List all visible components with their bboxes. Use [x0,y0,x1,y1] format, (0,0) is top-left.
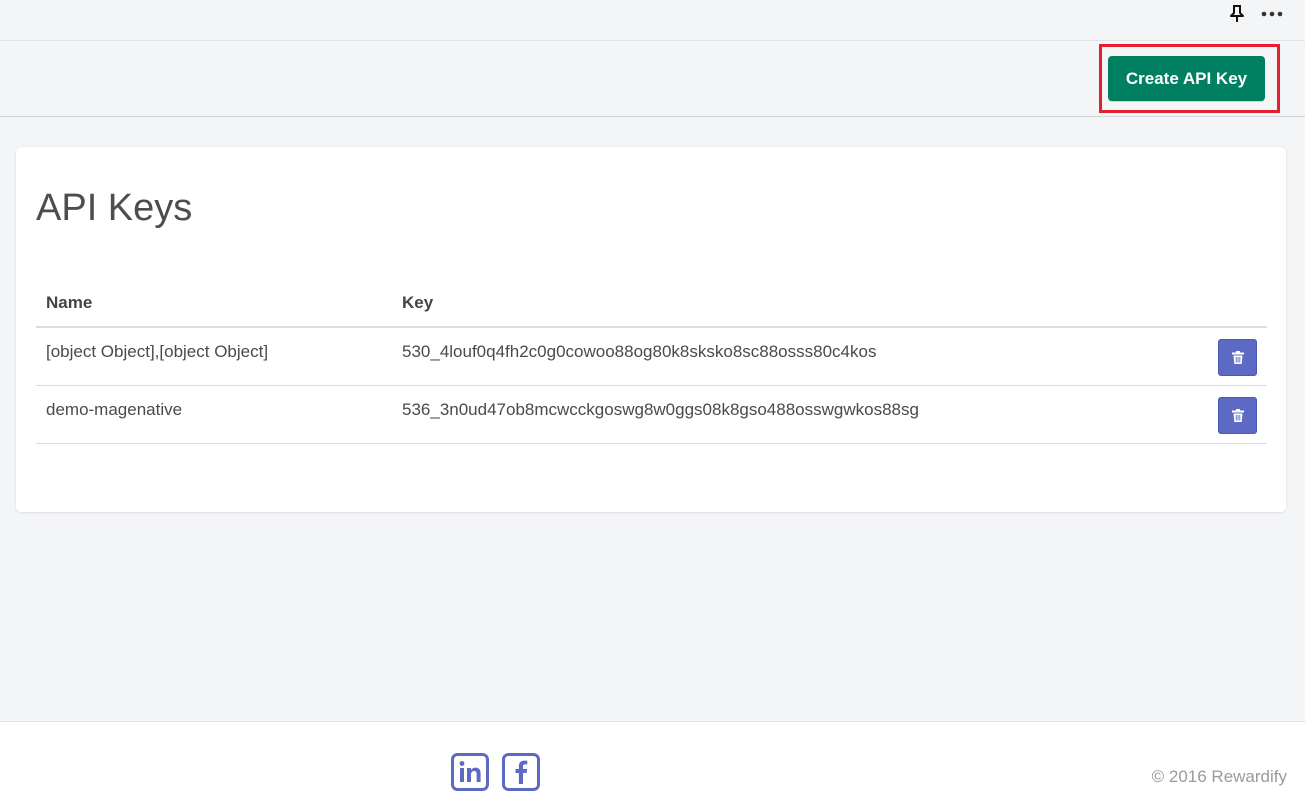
page-title: API Keys [36,187,193,229]
trash-icon [1232,351,1244,364]
column-header-name: Name [36,280,392,328]
row-key: 536_3n0ud47ob8mcwcckgoswg8w0ggs08k8gso48… [392,385,1207,444]
linkedin-icon[interactable] [451,753,489,791]
column-header-key: Key [392,280,1207,328]
api-keys-card: API Keys Name Key [object Object],[objec… [16,147,1286,512]
delete-key-button[interactable] [1218,339,1257,376]
table-header-row: Name Key [36,280,1267,328]
column-header-action [1207,280,1267,328]
pin-icon[interactable] [1229,5,1245,23]
copyright-text: © 2016 Rewardify [1151,767,1287,786]
api-keys-table: Name Key [object Object],[object Object]… [36,280,1267,444]
table-row: [object Object],[object Object] 530_4lou… [36,327,1267,386]
row-name: demo-magenative [36,385,392,444]
action-bar: Create API Key [0,41,1305,117]
footer: © 2016 Rewardify [0,721,1305,795]
trash-icon [1232,408,1244,422]
row-key: 530_4louf0q4fh2c0g0cowoo88og80k8sksko8sc… [392,327,1207,386]
row-name: [object Object],[object Object] [36,327,392,386]
more-icon[interactable] [1261,11,1283,17]
delete-key-button[interactable] [1218,396,1257,434]
facebook-icon[interactable] [502,753,540,791]
table-row: demo-magenative 536_3n0ud47ob8mcwcckgosw… [36,385,1267,444]
top-bar [0,0,1305,41]
create-api-key-button[interactable]: Create API Key [1108,56,1265,101]
